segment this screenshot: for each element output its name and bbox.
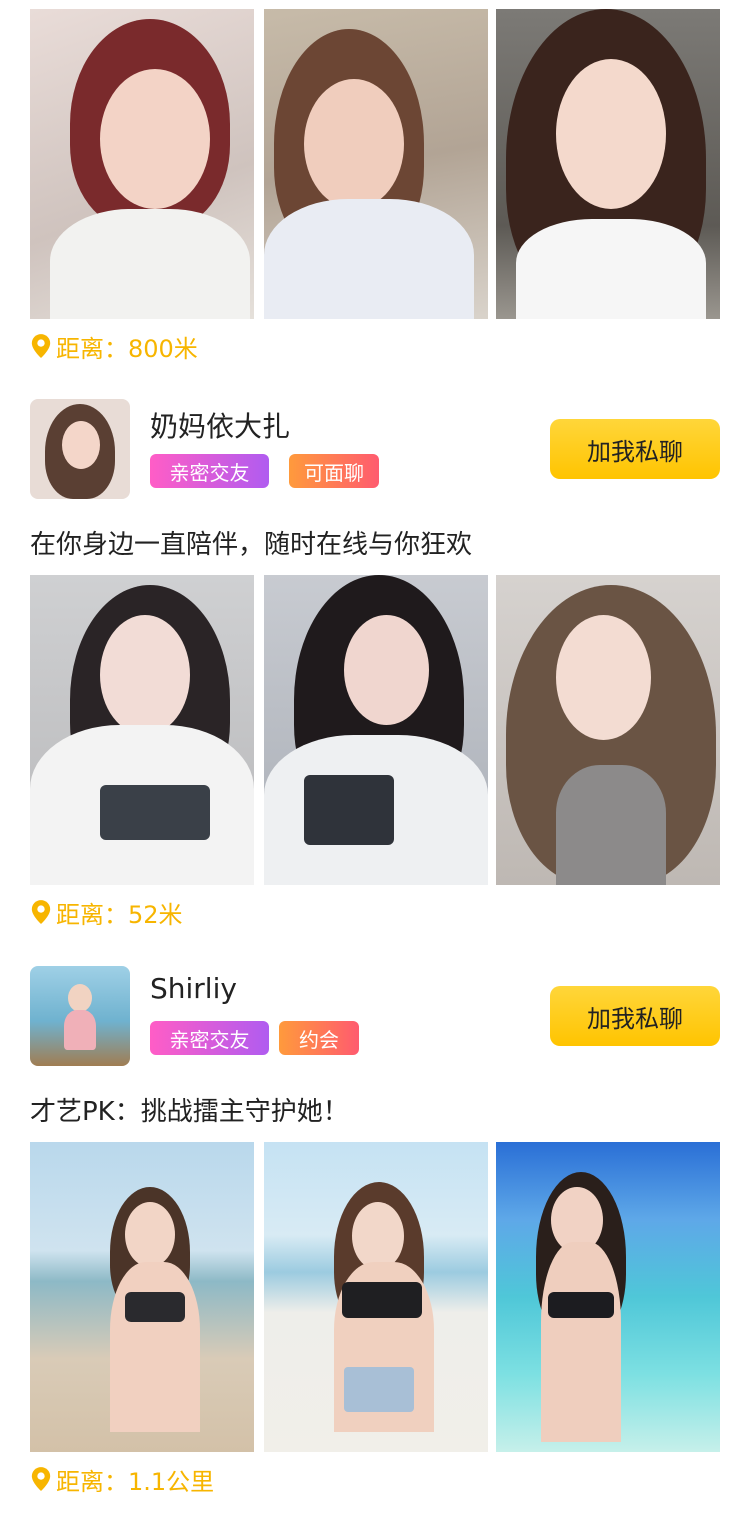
photo-tile[interactable] <box>264 575 488 885</box>
photo-tile[interactable] <box>30 1142 254 1452</box>
tag-badge: 亲密交友 <box>150 1021 269 1055</box>
distance-label: 距离：1.1公里 <box>30 1463 214 1496</box>
private-chat-button[interactable]: 加我私聊 <box>550 986 720 1046</box>
photo-tile[interactable] <box>30 9 254 319</box>
distance-label: 距离：800米 <box>30 330 198 363</box>
photo-tile[interactable] <box>496 575 720 885</box>
user-name: Shirliy <box>150 972 237 1005</box>
photo-tile[interactable] <box>30 575 254 885</box>
photo-tile[interactable] <box>496 9 720 319</box>
location-pin-icon <box>31 334 51 358</box>
location-pin-icon <box>31 1467 51 1491</box>
location-pin-icon <box>31 900 51 924</box>
tag-badge: 亲密交友 <box>150 454 269 488</box>
photo-tile[interactable] <box>264 1142 488 1452</box>
user-bio: 才艺PK：挑战擂主守护她！ <box>30 1097 349 1127</box>
user-name: 奶妈依大扎 <box>150 410 291 443</box>
tag-badge: 约会 <box>279 1021 359 1055</box>
avatar[interactable] <box>30 966 130 1066</box>
photo-tile[interactable] <box>496 1142 720 1452</box>
avatar[interactable] <box>30 399 130 499</box>
distance-label: 距离：52米 <box>30 896 183 929</box>
private-chat-button[interactable]: 加我私聊 <box>550 419 720 479</box>
tag-badge: 可面聊 <box>289 454 379 488</box>
user-bio: 在你身边一直陪伴，随时在线与你狂欢 <box>30 530 473 560</box>
photo-tile[interactable] <box>264 9 488 319</box>
